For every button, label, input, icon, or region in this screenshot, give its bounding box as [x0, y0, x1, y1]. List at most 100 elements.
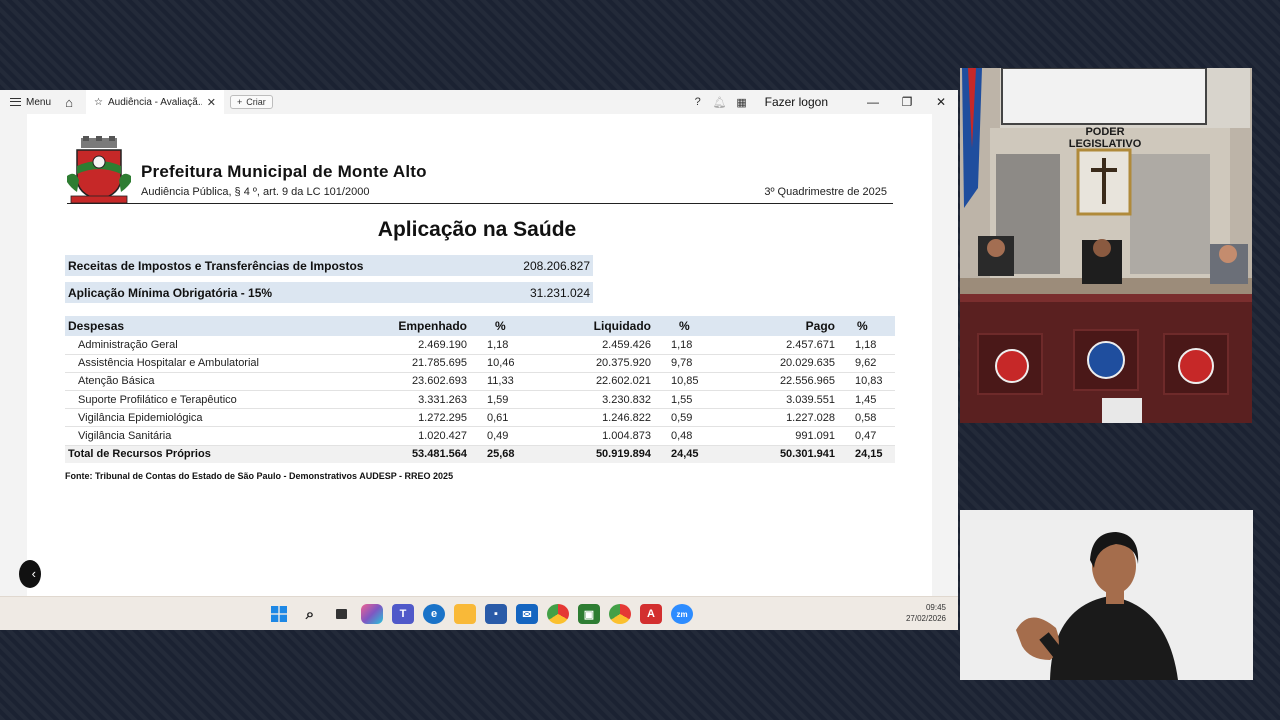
col-header: Liquidado — [543, 316, 655, 336]
col-header: % — [655, 316, 727, 336]
row-percent: 1,18 — [471, 336, 543, 355]
menu-button[interactable]: Menu — [0, 97, 58, 108]
col-header: Despesas — [65, 316, 365, 336]
row-amount: 50.301.941 — [727, 444, 839, 464]
close-window-icon[interactable]: ✕ — [924, 95, 958, 109]
row-percent: 0,59 — [655, 408, 727, 428]
row-percent: 25,68 — [471, 444, 543, 464]
source-note: Fonte: Tribunal de Contas do Estado de S… — [65, 471, 454, 481]
row-amount: 2.457.671 — [727, 336, 839, 355]
row-label: Total de Recursos Próprios — [65, 444, 365, 464]
row-percent: 24,45 — [655, 444, 727, 464]
task-view-icon[interactable] — [330, 604, 352, 624]
row-percent: 11,33 — [471, 372, 543, 392]
row-amount: 3.331.263 — [365, 390, 471, 410]
remote-app-icon[interactable]: ▣ — [578, 604, 600, 624]
council-chamber-camera: PODER LEGISLATIVO — [960, 68, 1252, 423]
table-row: Atenção Básica 23.602.693 11,33 22.602.021 1… — [65, 372, 895, 392]
document-page: ‹ Prefeitura Municipal de Monte Alto Aud… — [19, 114, 932, 596]
interpreter-camera — [960, 510, 1253, 680]
row-amount: 991.091 — [727, 426, 839, 446]
col-header: % — [471, 316, 543, 336]
table-row: Vigilância Epidemiológica 1.272.295 0,61 1.… — [65, 408, 895, 428]
summary-row-receitas: Receitas de Impostos e Transferências de… — [65, 255, 593, 276]
table-row: Suporte Profilático e Terapêutico 3.331.2… — [65, 390, 895, 410]
row-percent: 1,18 — [655, 336, 727, 355]
titlebar-right: ? 🔔︎ ▦ Fazer logon — ❐ ✕ — [687, 90, 958, 114]
bell-icon[interactable]: 🔔︎ — [709, 96, 731, 109]
logon-button[interactable]: Fazer logon — [765, 95, 828, 109]
shared-screen: Menu ⌂ ☆ Audiência - Avaliaçã... ✕ + Cri… — [0, 90, 958, 630]
row-percent: 0,47 — [839, 426, 895, 446]
store-icon[interactable]: ▪ — [485, 604, 507, 624]
row-amount: 23.602.693 — [365, 372, 471, 392]
row-percent: 10,85 — [655, 372, 727, 392]
row-percent: 1,59 — [471, 390, 543, 410]
row-amount: 1.246.822 — [543, 408, 655, 428]
browser-titlebar: Menu ⌂ ☆ Audiência - Avaliaçã... ✕ + Cri… — [0, 90, 958, 114]
org-name: Prefeitura Municipal de Monte Alto — [141, 162, 427, 181]
close-tab-icon[interactable]: ✕ — [207, 96, 216, 109]
row-percent: 10,46 — [471, 354, 543, 373]
windows-taskbar: ⌕ T e ▪ ✉ ▣ A zm 09:45 27/02/2026 — [0, 596, 958, 630]
summary-label: Receitas de Impostos e Transferências de… — [68, 258, 364, 273]
home-icon[interactable]: ⌂ — [58, 95, 80, 110]
row-percent: 10,83 — [839, 372, 895, 392]
plus-icon: + — [237, 97, 243, 107]
col-header: % — [839, 316, 895, 336]
chevron-left-icon[interactable]: ‹ — [19, 560, 41, 588]
row-percent: 9,78 — [655, 354, 727, 373]
apps-grid-icon[interactable]: ▦ — [731, 96, 753, 109]
edge-icon[interactable]: e — [423, 604, 445, 624]
row-label: Vigilância Sanitária — [65, 426, 365, 446]
row-amount: 2.459.426 — [543, 336, 655, 355]
mail-icon[interactable]: ✉ — [516, 604, 538, 624]
taskbar-clock[interactable]: 09:45 27/02/2026 — [906, 602, 946, 624]
acrobat-icon[interactable]: A — [640, 604, 662, 624]
row-label: Suporte Profilático e Terapêutico — [65, 390, 365, 410]
header-divider — [67, 203, 893, 204]
summary-value: 31.231.024 — [529, 285, 590, 300]
search-icon[interactable]: ⌕ — [299, 604, 321, 624]
chamber-scene-image — [960, 68, 1252, 423]
col-header: Pago — [727, 316, 839, 336]
hamburger-icon — [10, 98, 21, 106]
row-amount: 1.020.427 — [365, 426, 471, 446]
row-percent: 9,62 — [839, 354, 895, 373]
row-percent: 1,45 — [839, 390, 895, 410]
minimize-icon[interactable]: — — [856, 95, 890, 109]
zoom-icon[interactable]: zm — [671, 604, 693, 624]
file-explorer-icon[interactable] — [454, 604, 476, 624]
chamber-sign: PODER LEGISLATIVO — [1068, 126, 1142, 150]
clock-date: 27/02/2026 — [905, 614, 946, 623]
tab-audiencia[interactable]: ☆ Audiência - Avaliaçã... ✕ — [86, 90, 224, 114]
summary-label: Aplicação Mínima Obrigatória - 15% — [68, 285, 273, 300]
row-label: Administração Geral — [65, 336, 365, 355]
row-amount: 20.375.920 — [543, 354, 655, 373]
row-percent: 1,55 — [655, 390, 727, 410]
table-body: Administração Geral 2.469.190 1,18 2.459.42… — [65, 336, 895, 464]
chrome-profile-icon[interactable] — [609, 604, 631, 624]
row-amount: 2.469.190 — [365, 336, 471, 355]
taskbar-icons: ⌕ T e ▪ ✉ ▣ A zm — [268, 604, 693, 624]
row-amount: 22.602.021 — [543, 372, 655, 392]
row-percent: 24,15 — [839, 444, 895, 464]
table-total-row: Total de Recursos Próprios 53.481.564 25,6… — [65, 444, 895, 464]
row-label: Atenção Básica — [65, 372, 365, 392]
row-amount: 3.039.551 — [727, 390, 839, 410]
interpreter-image — [960, 510, 1253, 680]
summary-row-aplicacao-minima: Aplicação Mínima Obrigatória - 15% 31.23… — [65, 282, 593, 303]
windows-start-icon[interactable] — [268, 604, 290, 624]
table-header-row: Despesas Empenhado % Liquidado % Pago % — [65, 316, 895, 336]
document-period: 3º Quadrimestre de 2025 — [764, 186, 887, 198]
chrome-icon[interactable] — [547, 604, 569, 624]
help-icon[interactable]: ? — [687, 96, 709, 108]
table-row: Administração Geral 2.469.190 1,18 2.459.42… — [65, 336, 895, 355]
row-percent: 0,61 — [471, 408, 543, 428]
teams-icon[interactable]: T — [392, 604, 414, 624]
expenses-table: Despesas Empenhado % Liquidado % Pago % … — [65, 316, 895, 464]
create-button[interactable]: + Criar — [230, 95, 273, 109]
restore-icon[interactable]: ❐ — [890, 95, 924, 109]
copilot-icon[interactable] — [361, 604, 383, 624]
row-amount: 50.919.894 — [543, 444, 655, 464]
